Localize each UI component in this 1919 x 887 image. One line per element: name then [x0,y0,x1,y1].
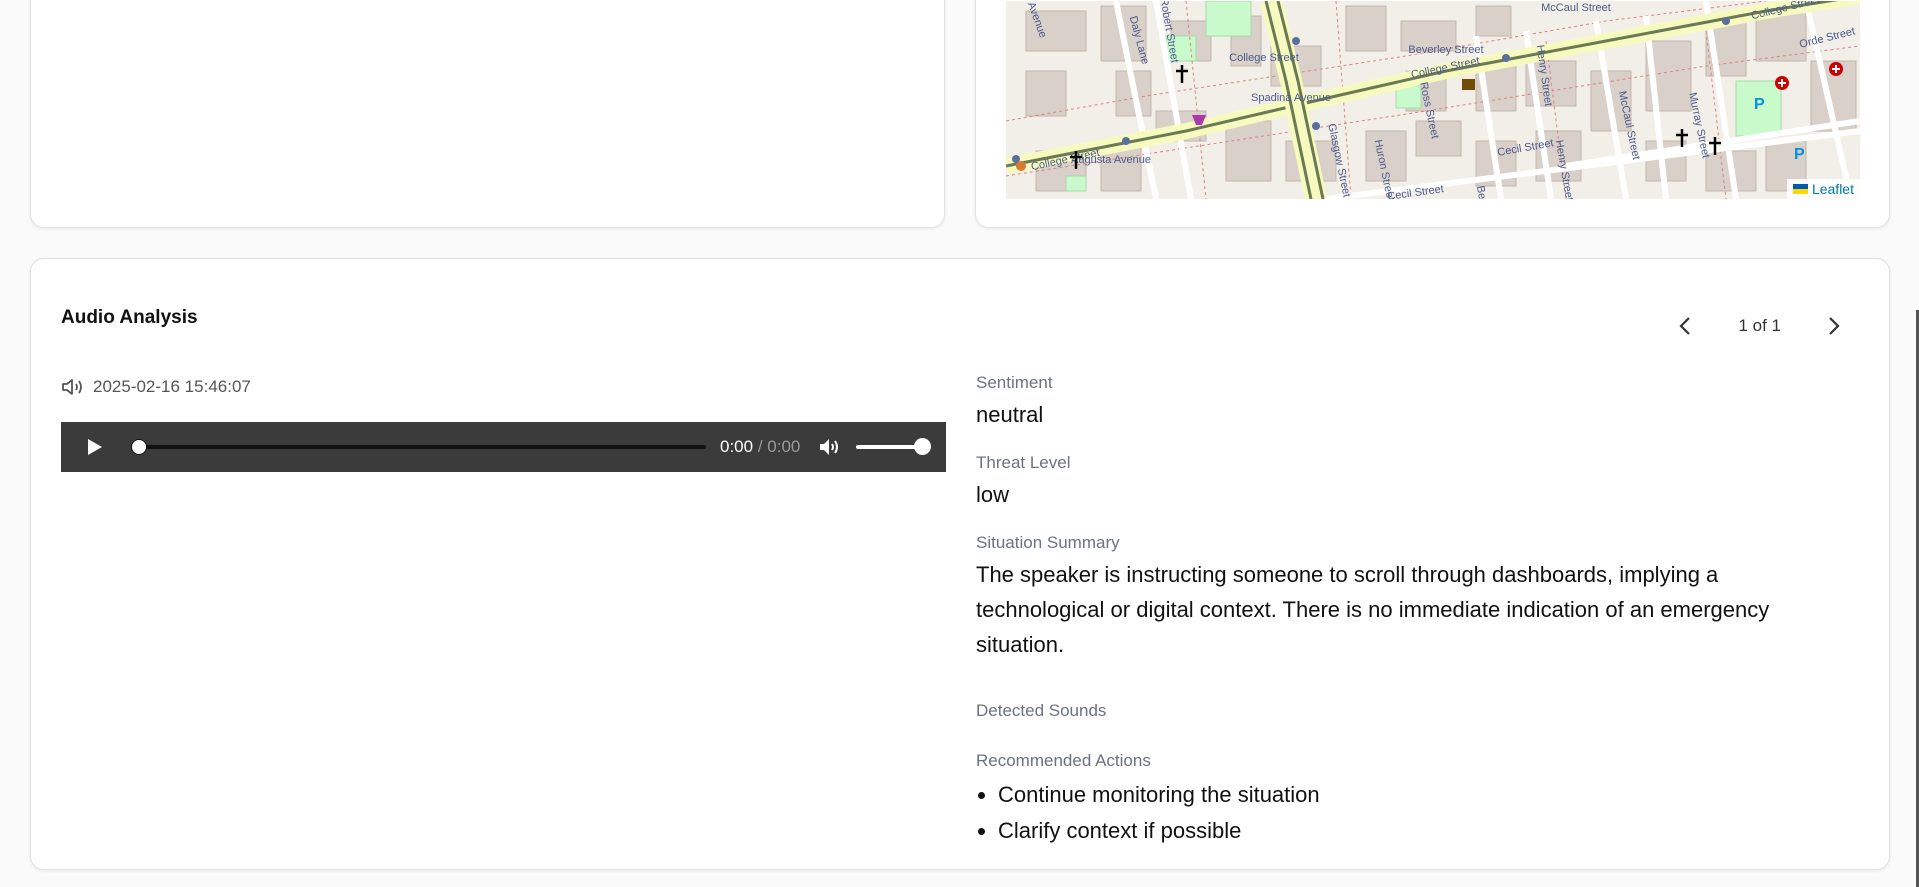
detected-sounds-field: Detected Sounds [976,701,1106,721]
duration: 0:00 [767,437,801,456]
time-display: 0:00 / 0:00 [720,437,800,457]
map[interactable]: College Street College Street College St… [1006,1,1860,199]
section-title: Audio Analysis [61,307,198,328]
sentiment-label: Sentiment [976,373,1053,392]
map-label: Spadina Avenue [1251,92,1331,104]
map-attribution[interactable]: Leaflet [1786,179,1860,199]
next-button[interactable] [1819,311,1849,341]
map-label: McCaul Street [1541,2,1611,14]
threat-level-field: Threat Level low [976,453,1071,512]
recording-header: 2025-02-16 15:46:07 [61,377,251,397]
recommended-actions-list: Continue monitoring the situation Clarif… [976,777,1320,849]
seek-thumb[interactable] [131,439,147,455]
volume-thumb[interactable] [914,438,932,455]
list-item: Continue monitoring the situation [998,777,1320,813]
leaflet-link[interactable]: Leaflet [1812,181,1854,197]
play-icon [88,439,102,455]
situation-summary-label: Situation Summary [976,533,1120,552]
situation-summary-field: Situation Summary The speaker is instruc… [976,533,1836,662]
threat-level-value: low [976,482,1010,507]
parking-icon: P [1794,146,1805,163]
map-label: Be [1474,185,1488,199]
situation-summary-value: The speaker is instructing someone to sc… [976,562,1770,657]
audio-analysis-card: Audio Analysis 1 of 1 2025-02-16 15:46:0… [30,258,1890,870]
detected-sounds-label: Detected Sounds [976,701,1107,720]
seek-bar[interactable] [131,439,706,455]
time-separator: / [757,437,763,456]
map-label: Beverley Street [1408,44,1483,56]
hospital-icon [1829,62,1843,76]
hospital-icon [1775,76,1789,90]
previous-button[interactable] [1670,311,1700,341]
volume-icon [820,439,839,455]
chevron-left-icon [1679,317,1691,335]
list-item: Clarify context if possible [998,813,1320,849]
map-tiles: College Street College Street College St… [1006,1,1860,199]
threat-level-label: Threat Level [976,453,1071,472]
ukraine-flag-icon [1792,184,1808,194]
map-label: College Street [1229,52,1299,64]
chevron-right-icon [1829,317,1840,335]
audio-player: 0:00 / 0:00 [61,422,946,472]
parking-icon: P [1754,96,1765,113]
recording-timestamp: 2025-02-16 15:46:07 [93,377,251,396]
mute-button[interactable] [818,435,844,459]
sentiment-value: neutral [976,402,1044,427]
library-icon [1462,79,1475,90]
fire-icon [1016,161,1026,171]
map-label: Augusta Avenue [1071,154,1151,166]
pager-text: 1 of 1 [1738,316,1781,335]
recommended-actions-label: Recommended Actions [976,751,1151,770]
speaker-icon [62,379,82,395]
current-time: 0:00 [720,437,754,456]
recommended-actions-field: Recommended Actions Continue monitoring … [976,751,1320,849]
map-card: College Street College Street College St… [975,0,1890,228]
volume-slider[interactable] [856,438,932,455]
sentiment-field: Sentiment neutral [976,373,1053,432]
play-button[interactable] [83,435,107,459]
pager: 1 of 1 [1670,311,1849,341]
top-left-card [30,0,945,228]
